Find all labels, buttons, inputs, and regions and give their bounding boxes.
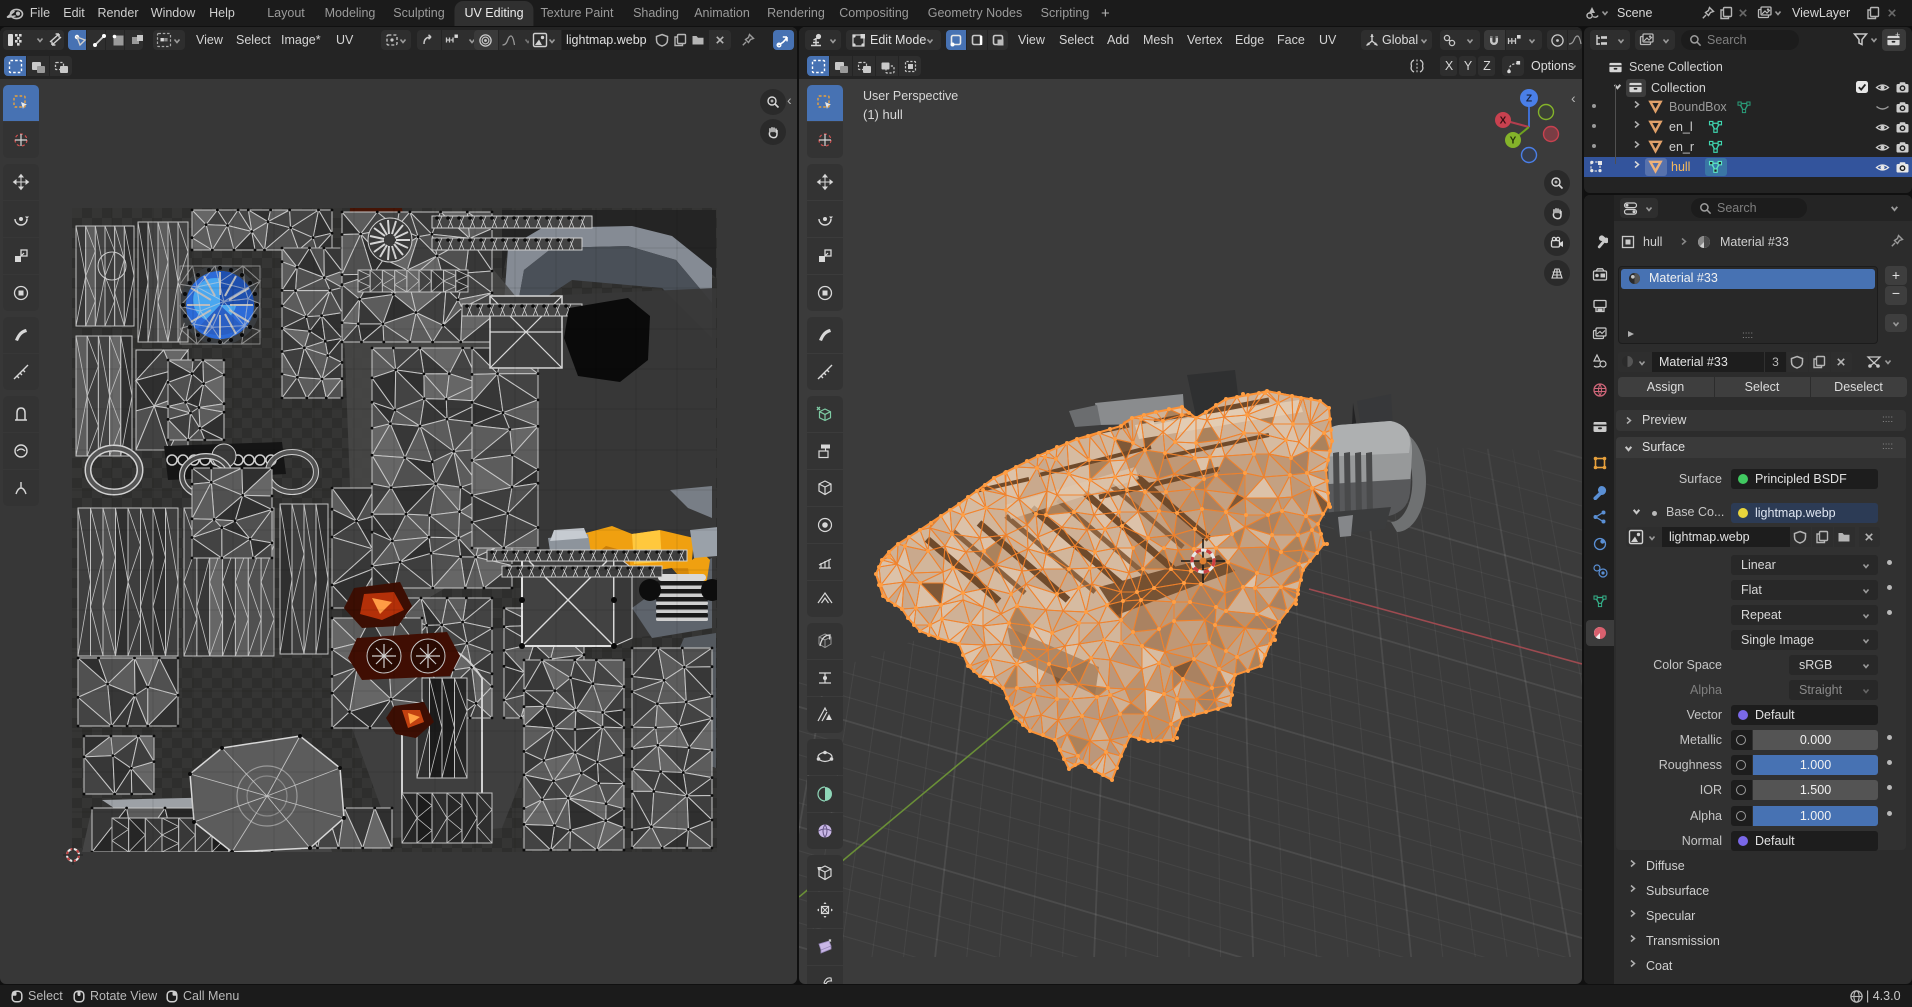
svg-text:Z: Z xyxy=(1526,94,1532,105)
svg-text:X: X xyxy=(1500,116,1507,127)
svg-text:Y: Y xyxy=(1510,136,1517,147)
